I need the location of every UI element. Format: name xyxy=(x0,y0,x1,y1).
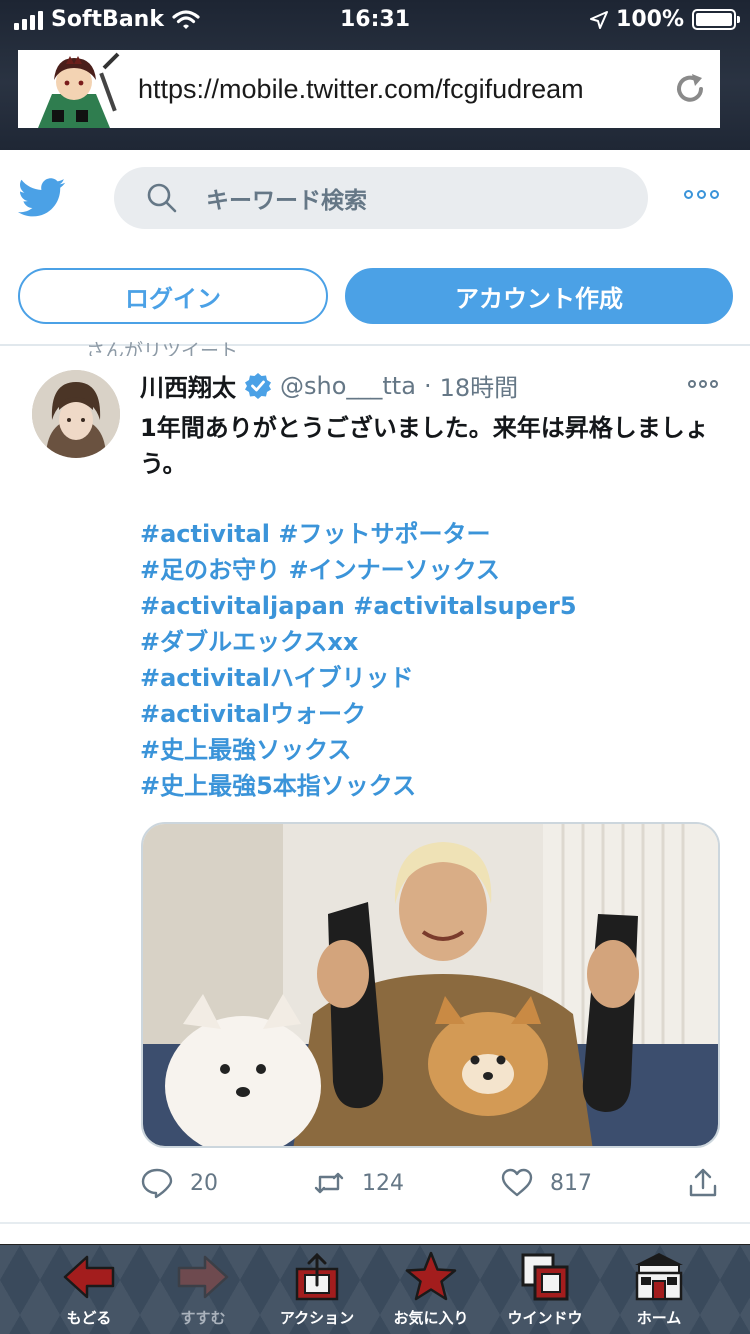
retweet-count: 124 xyxy=(362,1170,404,1196)
site-avatar xyxy=(18,50,130,128)
create-account-button[interactable]: アカウント作成 xyxy=(345,268,733,324)
divider xyxy=(0,1222,750,1224)
reply-icon xyxy=(141,1168,173,1199)
hashtag-line[interactable]: #activitalウォーク xyxy=(140,696,720,732)
browser-header: SoftBank 16:31 100% https://mobile.twitt… xyxy=(0,0,750,150)
tweet-text: 1年間ありがとうございました。来年は昇格しましょう。 xyxy=(140,414,709,478)
windows-button[interactable]: ウインドウ xyxy=(490,1251,600,1334)
home-icon xyxy=(635,1253,683,1301)
forward-button[interactable]: すすむ xyxy=(148,1251,258,1334)
search-input[interactable]: キーワード検索 xyxy=(114,167,648,229)
favorites-button[interactable]: お気に入り xyxy=(376,1251,486,1334)
like-button[interactable]: 817 xyxy=(500,1166,592,1200)
twitter-header: キーワード検索 ログイン アカウント作成 xyxy=(0,150,750,346)
retweet-button[interactable]: 124 xyxy=(312,1166,404,1200)
author-avatar[interactable] xyxy=(32,370,120,458)
home-label: ホーム xyxy=(636,1309,682,1327)
browser-toolbar: もどる すすむ アクション お気に入り ウインドウ ホーム xyxy=(0,1244,750,1334)
hashtag-line[interactable]: #activital #フットサポーター xyxy=(140,516,720,552)
retweet-context: さんがリツイート xyxy=(86,340,239,356)
hashtag-list: #activital #フットサポーター #足のお守り #インナーソックス #a… xyxy=(140,516,720,804)
home-button[interactable]: ホーム xyxy=(604,1251,714,1334)
address-bar[interactable]: https://mobile.twitter.com/fcgifudream xyxy=(18,50,720,128)
tweet-timestamp[interactable]: 18時間 xyxy=(440,368,519,403)
hashtag-line[interactable]: #史上最強5本指ソックス xyxy=(140,768,720,804)
reply-button[interactable]: 20 xyxy=(140,1166,218,1200)
windows-label: ウインドウ xyxy=(507,1309,583,1327)
favorites-label: お気に入り xyxy=(393,1309,469,1327)
tweet-actions: 20 124 817 xyxy=(140,1166,720,1210)
battery-percent: 100% xyxy=(616,7,684,32)
status-bar: SoftBank 16:31 100% xyxy=(0,0,750,40)
retweet-icon xyxy=(314,1172,344,1194)
search-placeholder: キーワード検索 xyxy=(206,188,367,214)
reload-icon[interactable] xyxy=(660,59,720,119)
separator-dot: · xyxy=(423,371,432,400)
star-icon xyxy=(405,1251,457,1301)
back-label: もどる xyxy=(66,1309,112,1327)
url-text[interactable]: https://mobile.twitter.com/fcgifudream xyxy=(130,74,660,105)
location-icon xyxy=(590,10,609,29)
share-icon xyxy=(689,1168,717,1197)
hashtag-line[interactable]: #史上最強ソックス xyxy=(140,732,720,768)
tweet[interactable]: さんがリツイート 川西翔太 @sho___tta · 18時間 1年間ありがとう… xyxy=(0,340,750,1224)
hashtag-line[interactable]: #activitalハイブリッド xyxy=(140,660,720,696)
twitter-bird-icon[interactable] xyxy=(18,178,66,218)
login-button[interactable]: ログイン xyxy=(18,268,328,324)
heart-icon xyxy=(501,1168,533,1197)
forward-label: すすむ xyxy=(180,1309,226,1327)
action-share-icon xyxy=(295,1252,339,1301)
hashtag-line[interactable]: #activitaljapan #activitalsuper5 xyxy=(140,588,720,624)
back-button[interactable]: もどる xyxy=(34,1251,144,1334)
tweet-more-icon[interactable] xyxy=(688,380,718,388)
author-handle[interactable]: @sho___tta xyxy=(280,372,416,400)
search-icon xyxy=(147,183,177,213)
tweet-header: 川西翔太 @sho___tta · 18時間 xyxy=(140,368,518,403)
forward-arrow-icon xyxy=(177,1255,229,1299)
battery-icon xyxy=(692,9,740,30)
author-name[interactable]: 川西翔太 xyxy=(140,368,236,403)
tweet-photo[interactable] xyxy=(141,822,720,1148)
share-button[interactable] xyxy=(686,1166,720,1200)
verified-badge-icon xyxy=(245,372,271,399)
windows-icon xyxy=(521,1253,569,1301)
hashtag-line[interactable]: #ダブルエックスxx xyxy=(140,624,720,660)
action-button[interactable]: アクション xyxy=(262,1251,372,1334)
more-options-icon[interactable] xyxy=(684,190,719,199)
like-count: 817 xyxy=(550,1170,592,1196)
back-arrow-icon xyxy=(63,1255,115,1299)
reply-count: 20 xyxy=(190,1170,218,1196)
action-label: アクション xyxy=(279,1309,355,1327)
hashtag-line[interactable]: #足のお守り #インナーソックス xyxy=(140,552,720,588)
